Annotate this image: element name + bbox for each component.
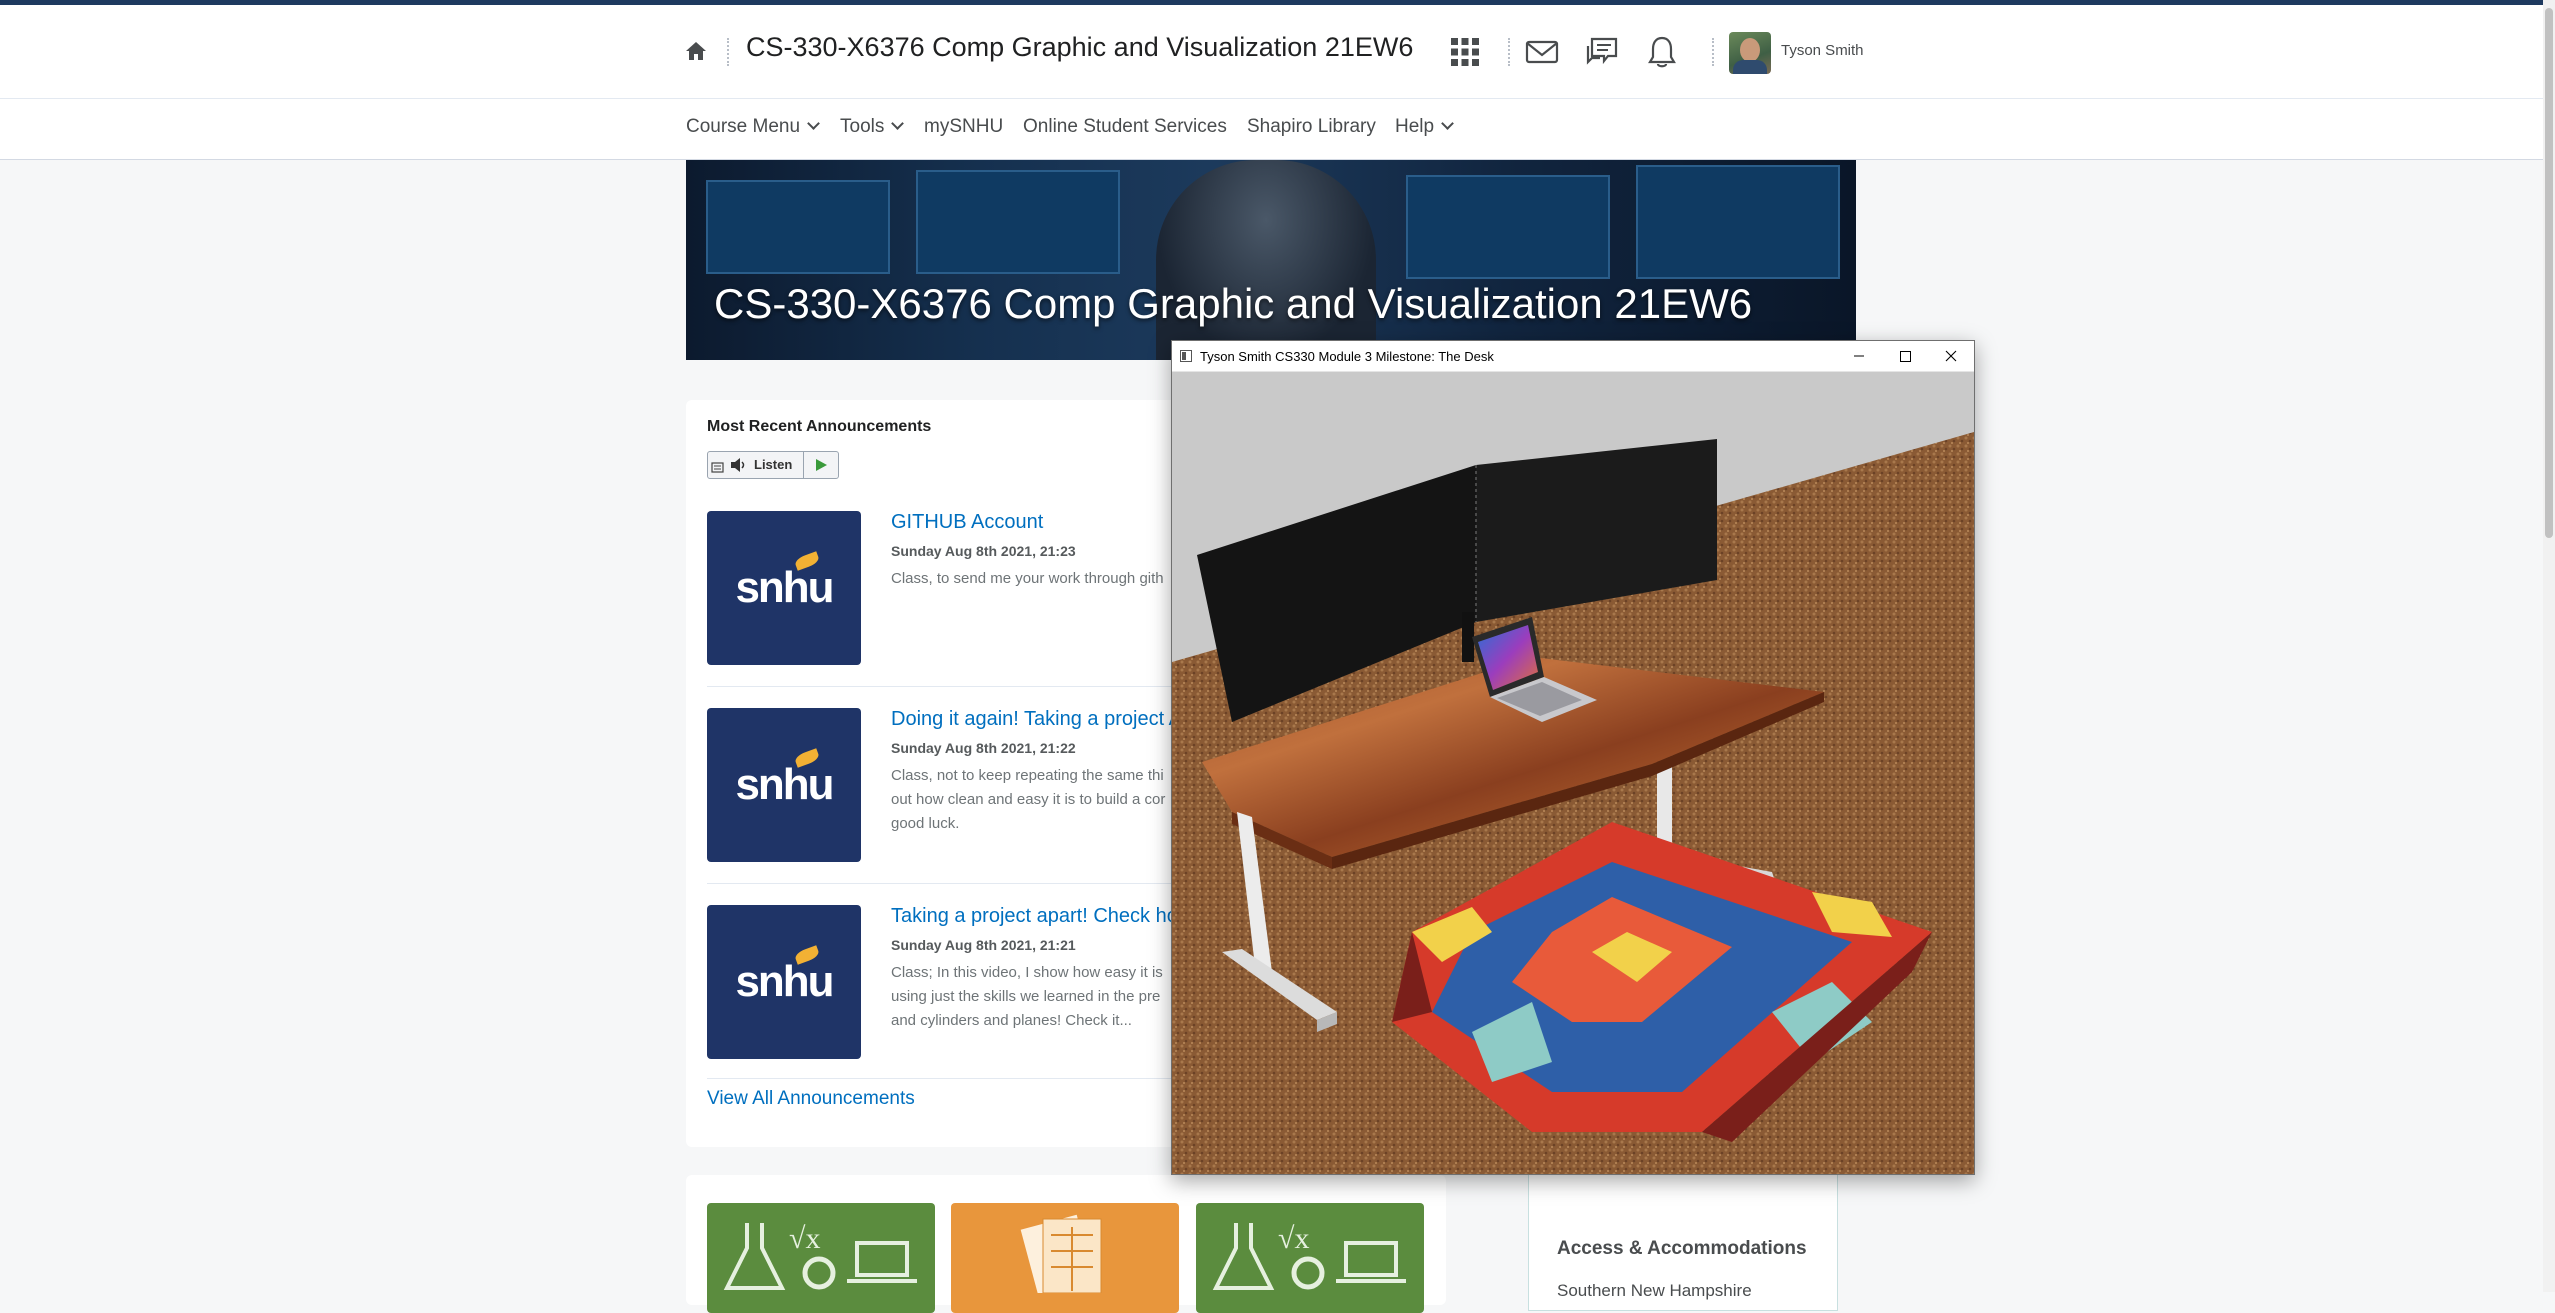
mail-icon[interactable] <box>1524 34 1560 70</box>
maximize-icon <box>1900 351 1911 362</box>
announcements-heading: Most Recent Announcements <box>707 418 932 435</box>
course-tile-worksheet[interactable] <box>951 1203 1179 1313</box>
announcement-excerpt: Class, to send me your work through gith <box>891 570 1164 587</box>
view-all-announcements-link[interactable]: View All Announcements <box>707 1088 915 1110</box>
svg-text:√x: √x <box>789 1222 820 1255</box>
course-title-link[interactable]: CS-330-X6376 Comp Graphic and Visualizat… <box>746 32 1413 63</box>
user-name[interactable]: Tyson Smith <box>1781 42 1864 59</box>
course-tile-math-lab[interactable]: √x <box>707 1203 935 1313</box>
play-button[interactable] <box>803 452 838 478</box>
maximize-button[interactable] <box>1882 341 1928 371</box>
menu-icon <box>711 462 724 473</box>
announcement-title-link[interactable]: Taking a project apart! Check ho <box>891 905 1178 928</box>
app-window-icon <box>1180 350 1192 362</box>
chevron-down-icon <box>807 117 820 130</box>
nav-shapiro-library[interactable]: Shapiro Library <box>1247 116 1376 138</box>
play-icon <box>816 459 827 471</box>
listen-button[interactable]: Listen <box>707 451 839 479</box>
access-accommodations-heading: Access & Accommodations <box>1557 1238 1807 1259</box>
snhu-logo: snhu <box>707 905 861 1059</box>
minimize-button[interactable] <box>1836 341 1882 371</box>
header-separator <box>1712 38 1714 66</box>
nav-tools[interactable]: Tools <box>840 116 905 138</box>
worksheet-icon <box>1020 1214 1102 1300</box>
header-separator <box>1508 38 1510 66</box>
minimize-icon <box>1854 355 1864 357</box>
listen-label: Listen <box>754 457 793 472</box>
announcement-excerpt: Class; In this video, I show how easy it… <box>891 964 1163 1029</box>
nav-online-student-services[interactable]: Online Student Services <box>1023 116 1227 138</box>
3d-desk-scene[interactable] <box>1172 372 1974 1174</box>
announcement-title-link[interactable]: Doing it again! Taking a project A <box>891 708 1182 731</box>
snhu-logo: snhu <box>707 708 861 862</box>
svg-text:√x: √x <box>1278 1222 1309 1255</box>
opengl-app-window[interactable]: Tyson Smith CS330 Module 3 Milestone: Th… <box>1171 340 1975 1175</box>
announcement-date: Sunday Aug 8th 2021, 21:22 <box>891 740 1076 756</box>
announcement-date: Sunday Aug 8th 2021, 21:21 <box>891 937 1076 953</box>
chevron-down-icon <box>1441 117 1454 130</box>
bell-icon[interactable] <box>1644 34 1680 70</box>
banner-title: CS-330-X6376 Comp Graphic and Visualizat… <box>714 280 1753 327</box>
home-icon[interactable] <box>684 39 708 63</box>
science-lab-icon: √x <box>1212 1222 1406 1290</box>
snhu-logo: snhu <box>707 511 861 665</box>
header-separator <box>727 38 729 66</box>
access-accommodations-text: Southern New Hampshire <box>1557 1281 1752 1300</box>
announcement-excerpt: Class, not to keep repeating the same th… <box>891 767 1166 832</box>
apps-grid-icon[interactable] <box>1447 34 1483 70</box>
nav-mysnhu[interactable]: mySNHU <box>924 116 1003 138</box>
chevron-down-icon <box>891 117 905 130</box>
announcement-date: Sunday Aug 8th 2021, 21:23 <box>891 543 1076 559</box>
course-banner: CS-330-X6376 Comp Graphic and Visualizat… <box>686 160 1856 360</box>
nav-course-menu[interactable]: Course Menu <box>686 116 820 138</box>
course-tile-math-lab-2[interactable]: √x <box>1196 1203 1424 1313</box>
close-icon <box>1945 350 1957 362</box>
avatar[interactable] <box>1729 32 1771 74</box>
app-titlebar[interactable]: Tyson Smith CS330 Module 3 Milestone: Th… <box>1172 341 1974 372</box>
speaker-icon <box>731 458 745 472</box>
science-lab-icon: √x <box>723 1222 917 1290</box>
nav-help[interactable]: Help <box>1395 116 1454 138</box>
chat-icon[interactable] <box>1584 34 1620 70</box>
page-scrollbar-thumb[interactable] <box>2545 8 2553 538</box>
announcement-title-link[interactable]: GITHUB Account <box>891 511 1043 534</box>
close-button[interactable] <box>1928 341 1974 371</box>
app-window-title: Tyson Smith CS330 Module 3 Milestone: Th… <box>1200 349 1494 364</box>
